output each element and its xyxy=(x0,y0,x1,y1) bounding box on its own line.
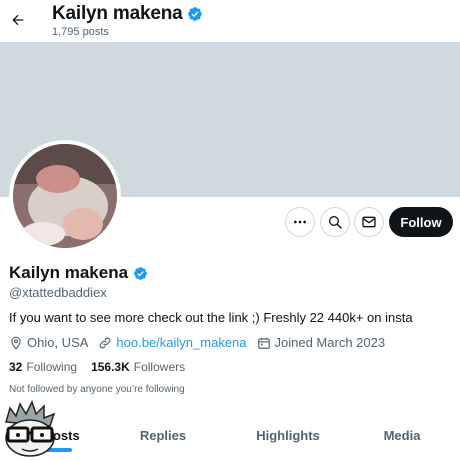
link-icon xyxy=(100,337,111,348)
tab-media[interactable]: Media xyxy=(344,415,460,455)
more-button[interactable] xyxy=(285,207,315,237)
joined-text: Joined March 2023 xyxy=(274,335,386,350)
calendar-icon xyxy=(257,337,270,349)
follow-counts: 32 Following 156.3K Followers xyxy=(9,360,199,374)
header-display-name: Kailyn makena xyxy=(52,3,183,24)
envelope-icon xyxy=(362,216,376,228)
verified-badge-icon[interactable] xyxy=(133,266,148,281)
followers-count: 156.3K xyxy=(91,360,130,374)
message-button[interactable] xyxy=(354,207,384,237)
tab-label: Highlights xyxy=(256,427,320,443)
header-title: Kailyn makena xyxy=(52,3,203,25)
tab-highlights[interactable]: Highlights xyxy=(232,415,344,455)
back-button[interactable] xyxy=(8,7,28,33)
avatar-photo xyxy=(13,144,117,248)
top-bar: Kailyn makena 1,795 posts xyxy=(0,0,460,42)
profile-display-name: Kailyn makena xyxy=(9,263,129,282)
profile-meta: Ohio, USA hoo.be/kailyn_makena Joined Ma… xyxy=(9,335,395,350)
followers-label: Followers xyxy=(133,360,186,374)
profile-tabs: Posts Replies Highlights Media xyxy=(0,415,460,455)
following-count: 32 xyxy=(9,360,23,374)
profile-bio: If you want to see more check out the li… xyxy=(9,310,413,325)
glasses-face-sticker xyxy=(5,400,56,457)
profile-handle: @xtattedbaddiex xyxy=(9,285,107,300)
location-item: Ohio, USA xyxy=(9,335,88,350)
profile-link[interactable]: hoo.be/kailyn_makena xyxy=(116,335,246,350)
tab-label: Replies xyxy=(139,427,187,443)
follow-button[interactable]: Follow xyxy=(389,207,453,237)
more-horizontal-icon xyxy=(294,220,306,224)
search-button[interactable] xyxy=(320,207,350,237)
tab-label: Media xyxy=(383,427,421,443)
verified-badge-icon xyxy=(188,7,203,21)
location-pin-icon xyxy=(11,336,21,350)
followers-link[interactable]: 156.3K Followers xyxy=(91,360,185,374)
arrow-left-icon xyxy=(12,14,24,26)
followed-by-text: Not followed by anyone you’re following xyxy=(9,384,185,395)
following-link[interactable]: 32 Following xyxy=(9,360,77,374)
profile-name: Kailyn makena xyxy=(9,263,148,283)
avatar[interactable] xyxy=(9,140,121,252)
location-text: Ohio, USA xyxy=(27,335,89,350)
link-item: hoo.be/kailyn_makena xyxy=(98,335,247,350)
search-icon xyxy=(329,216,342,229)
tab-replies[interactable]: Replies xyxy=(94,415,232,455)
following-label: Following xyxy=(26,360,78,374)
joined-item: Joined March 2023 xyxy=(257,335,386,350)
posts-count: 1,795 posts xyxy=(52,26,109,38)
